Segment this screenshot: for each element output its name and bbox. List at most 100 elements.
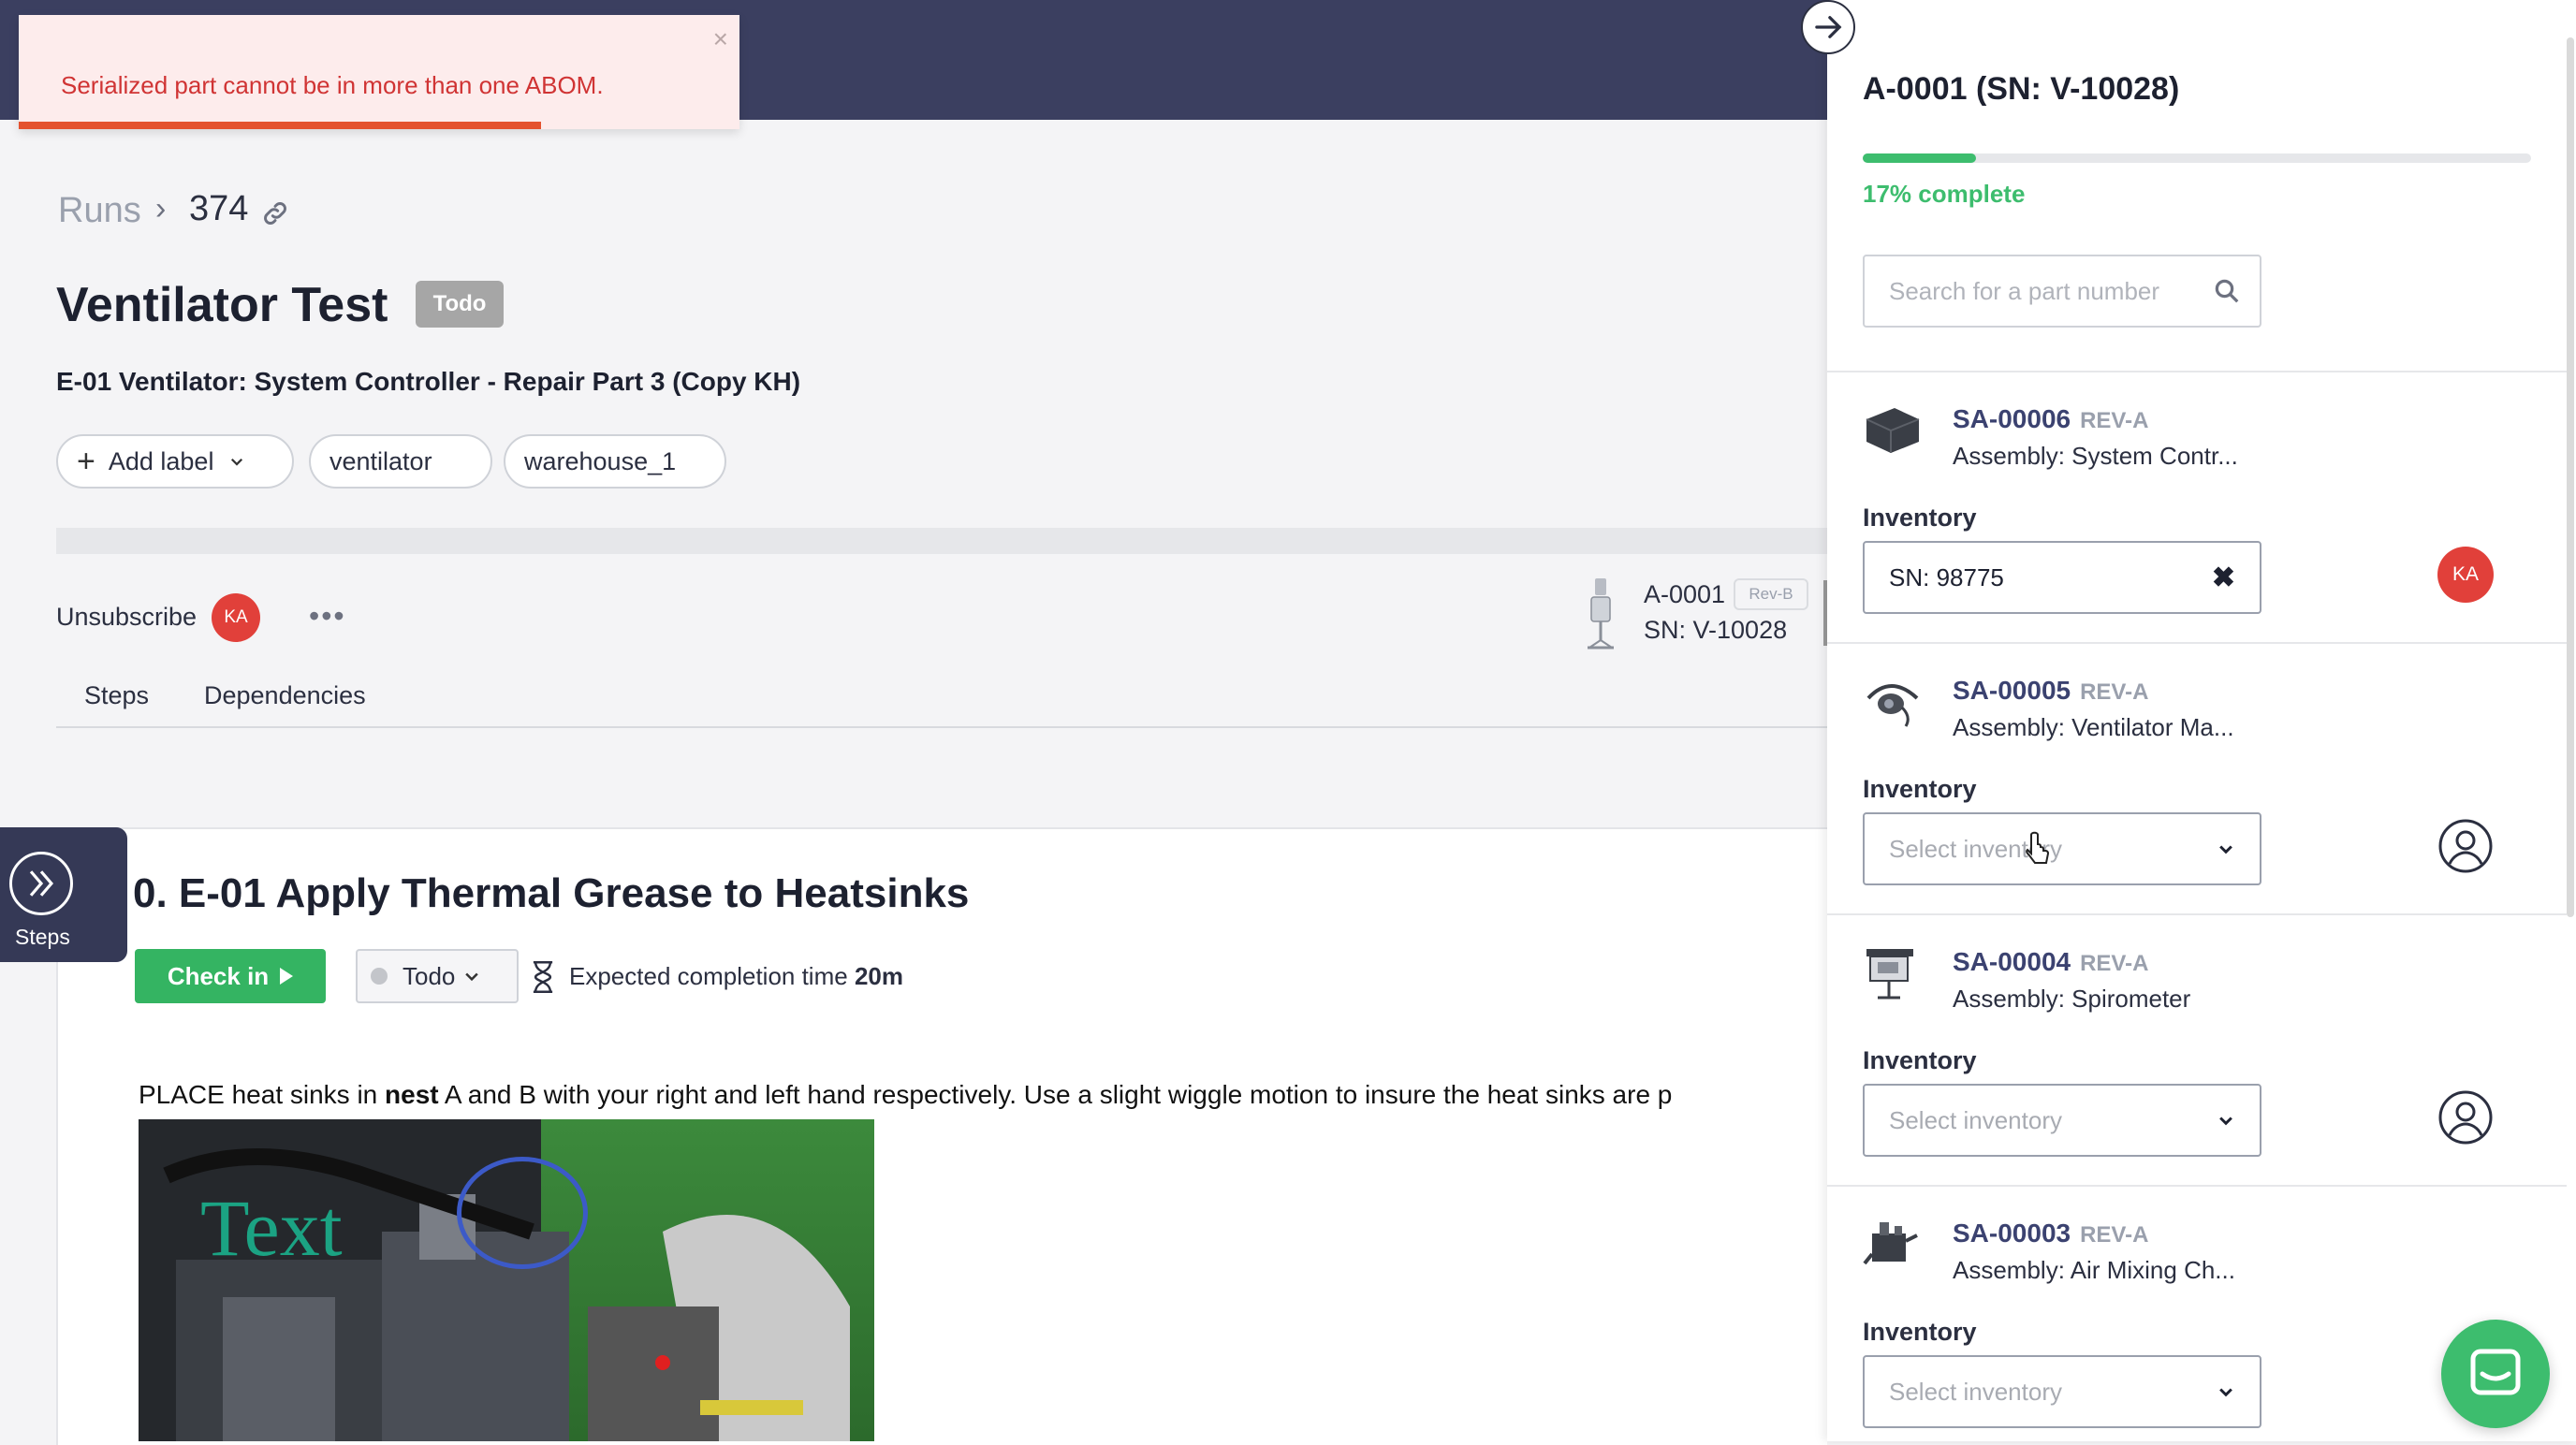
inventory-placeholder: Select inventory — [1889, 1105, 2062, 1134]
spirometer-icon — [1866, 949, 1913, 1000]
check-in-label: Check in — [167, 961, 270, 990]
part-number: SA-00006 — [1953, 404, 2071, 433]
toast-message: Serialized part cannot be in more than o… — [61, 71, 604, 99]
section-divider — [1827, 642, 2567, 644]
part-description: Assembly: System Contr... — [1953, 442, 2238, 470]
controller-box-icon — [1866, 408, 1920, 453]
add-label-text: Add label — [108, 446, 214, 475]
step-image[interactable]: Text — [139, 1119, 874, 1441]
instruction-text: PLACE heat sinks in — [139, 1080, 386, 1109]
ventilator-thumbnail-icon — [1588, 578, 1614, 650]
chevron-down-icon — [2219, 1388, 2232, 1397]
chevron-down-icon — [2219, 845, 2232, 854]
part-number: SA-00003 — [1953, 1219, 2071, 1248]
step-instruction: PLACE heat sinks in nest A and B with yo… — [139, 1080, 1827, 1110]
part-revision: REV-A — [2080, 679, 2149, 705]
step-title: 0. E-01 Apply Thermal Grease to Heatsink… — [133, 870, 970, 916]
label-chip[interactable]: warehouse_1 — [504, 434, 726, 489]
tabs-divider — [56, 726, 1827, 728]
part-description: Assembly: Ventilator Ma... — [1953, 713, 2234, 741]
procedure-name: E-01 Ventilator: System Controller - Rep… — [56, 367, 801, 396]
chat-support-icon[interactable] — [2441, 1320, 2550, 1428]
panel-scrollbar[interactable] — [2567, 37, 2574, 917]
part-description: Assembly: Air Mixing Ch... — [1953, 1256, 2235, 1284]
step-status-select[interactable]: Todo — [356, 949, 519, 1003]
plus-icon: + — [77, 443, 95, 479]
assign-user-icon[interactable] — [2437, 1089, 2494, 1146]
page-title: Ventilator Test — [56, 278, 388, 332]
expected-value: 20m — [854, 962, 903, 990]
part-search-input[interactable] — [1863, 255, 2261, 328]
status-dot — [371, 968, 388, 985]
inventory-placeholder: Select inventory — [1889, 1377, 2062, 1406]
part-number-link[interactable]: SA-00005 REV-A — [1953, 676, 2148, 706]
unit-part-number[interactable]: A-0001 — [1644, 580, 1725, 609]
inventory-select[interactable]: Select inventory — [1863, 812, 2261, 885]
expected-label: Expected completion time — [569, 962, 848, 990]
inventory-label: Inventory — [1863, 775, 1977, 803]
search-icon — [2215, 279, 2239, 303]
section-divider — [1827, 371, 2567, 372]
tab-dependencies[interactable]: Dependencies — [204, 681, 366, 710]
section-divider — [1827, 1185, 2567, 1187]
part-number-link[interactable]: SA-00006 REV-A — [1953, 404, 2148, 434]
add-label-button[interactable]: + Add label — [56, 434, 294, 489]
abom-progress-fill — [1863, 153, 1977, 163]
avatar[interactable]: KA — [212, 593, 260, 642]
tab-steps[interactable]: Steps — [84, 681, 149, 710]
air-mixing-chamber-icon — [1863, 1222, 1918, 1265]
part-revision: REV-A — [2080, 408, 2149, 433]
label-chip-text: ventilator — [329, 446, 432, 475]
steps-drawer-label: Steps — [15, 925, 70, 949]
chevron-down-icon — [465, 972, 479, 982]
image-overlay-text: Text — [200, 1183, 343, 1273]
expected-completion: Expected completion time 20m — [569, 962, 903, 991]
inventory-label: Inventory — [1863, 504, 1977, 532]
clear-inventory-icon[interactable]: ✖ — [2212, 562, 2235, 594]
instruction-text-end: A and B with your right and left hand re… — [438, 1080, 1673, 1109]
breadcrumb-separator: › — [155, 191, 167, 226]
inventory-value: SN: 98775 — [1889, 562, 2004, 591]
avatar[interactable]: KA — [2437, 547, 2494, 603]
unsubscribe-button[interactable]: Unsubscribe — [56, 603, 197, 632]
breadcrumb-runs-link[interactable]: Runs — [58, 191, 141, 231]
image-annotation-ring — [457, 1157, 588, 1269]
step-status-value: Todo — [402, 961, 456, 990]
part-number-link[interactable]: SA-00003 REV-A — [1953, 1219, 2148, 1248]
breadcrumb-run-number: 374 — [189, 189, 249, 228]
part-revision: REV-A — [2080, 951, 2149, 976]
assign-user-icon[interactable] — [2437, 818, 2494, 874]
abom-progress-bar — [1863, 153, 2531, 163]
chevron-down-icon — [231, 458, 243, 466]
run-progress-strip — [56, 528, 1827, 554]
more-options-icon[interactable]: ••• — [309, 599, 346, 634]
chevron-down-icon — [2219, 1117, 2232, 1126]
steps-drawer-toggle[interactable]: Steps — [0, 827, 127, 962]
inventory-field[interactable]: SN: 98775 ✖ — [1863, 541, 2261, 614]
inventory-label: Inventory — [1863, 1046, 1977, 1074]
toast-close-icon[interactable]: × — [713, 26, 728, 52]
inventory-select[interactable]: Select inventory — [1863, 1084, 2261, 1157]
check-in-button[interactable]: Check in — [135, 949, 326, 1003]
label-chip-text: warehouse_1 — [524, 446, 677, 475]
hourglass-icon — [533, 961, 553, 993]
unit-serial: SN: V-10028 — [1644, 616, 1788, 644]
play-icon — [280, 968, 294, 985]
inventory-placeholder: Select inventory — [1889, 834, 2062, 863]
inventory-select[interactable]: Select inventory — [1863, 1355, 2261, 1428]
progress-label: 17% complete — [1863, 180, 2026, 208]
panel-title: A-0001 (SN: V-10028) — [1863, 71, 2180, 107]
instruction-bold: nest — [385, 1080, 439, 1109]
double-chevron-right-icon — [9, 852, 73, 915]
collapse-panel-icon[interactable] — [1801, 0, 1855, 54]
label-chip[interactable]: ventilator — [309, 434, 492, 489]
revision-badge: Rev-B — [1734, 578, 1808, 610]
inventory-label: Inventory — [1863, 1318, 1977, 1346]
part-revision: REV-A — [2080, 1222, 2149, 1248]
part-number: SA-00004 — [1953, 947, 2071, 976]
link-icon[interactable] — [260, 198, 290, 228]
toast-timer-bar — [19, 122, 541, 129]
section-divider — [1827, 913, 2567, 915]
part-number-link[interactable]: SA-00004 REV-A — [1953, 947, 2148, 977]
ventilator-mask-icon — [1866, 684, 1919, 727]
